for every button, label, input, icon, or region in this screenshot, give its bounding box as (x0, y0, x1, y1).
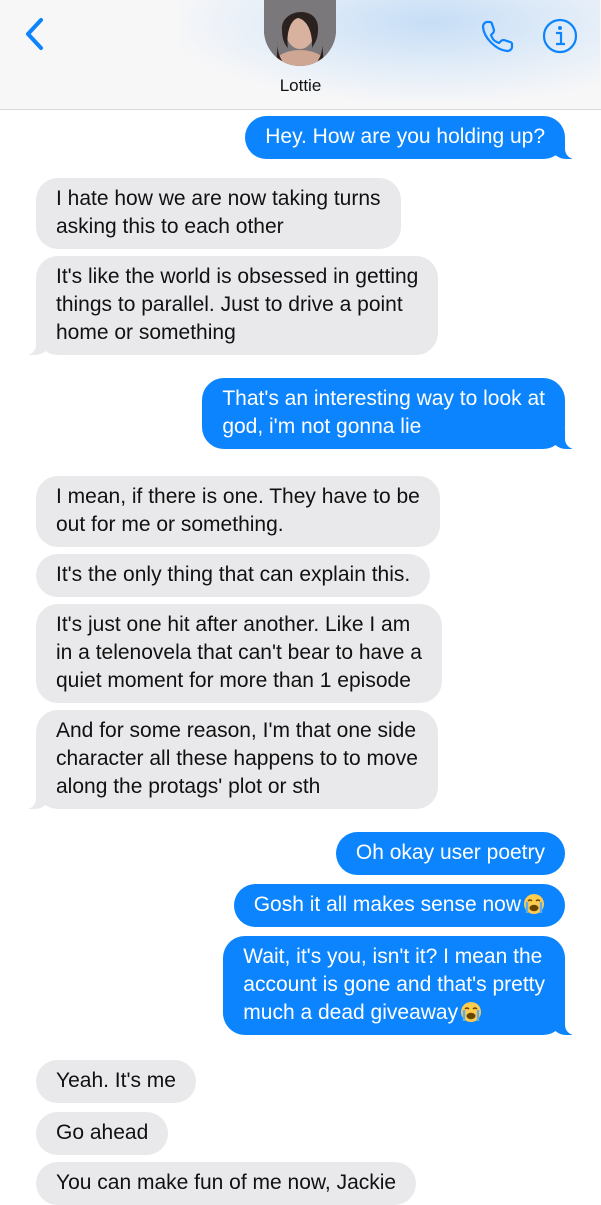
message-bubble-sent[interactable]: Gosh it all makes sense now (233, 884, 565, 927)
call-button[interactable] (478, 16, 518, 56)
conversation-header: Lottie (0, 0, 601, 110)
message-line: And for some reason, I'm that one side (56, 719, 417, 742)
contact-name[interactable]: Lottie (0, 76, 601, 96)
message-line: It's just one hit after another. Like I … (56, 613, 411, 636)
message-line: along the protags' plot or sth (56, 775, 321, 798)
emoji-loudly-crying (460, 1001, 482, 1023)
message-text: Hey. How are you holding up? (265, 125, 545, 148)
message-line: character all these happens to to move (56, 747, 418, 770)
message-bubble-received[interactable]: Go ahead (36, 1112, 169, 1155)
emoji-loudly-crying (523, 893, 545, 915)
message-thread[interactable]: Hey. How are you holding up? I hate how … (0, 110, 601, 1205)
chevron-left-icon (26, 18, 43, 50)
info-icon (542, 18, 578, 54)
phone-icon (481, 20, 514, 53)
back-button[interactable] (16, 14, 52, 54)
message-line: in a telenovela that can't bear to have … (56, 641, 422, 664)
message-bubble-sent[interactable]: Oh okay user poetry (335, 832, 565, 875)
message-bubble-received[interactable]: It's like the world is obsessed in getti… (24, 256, 439, 355)
crying-face-icon (524, 894, 544, 914)
message-bubble-received[interactable]: Yeah. It's me (36, 1060, 196, 1103)
message-bubble-received[interactable]: It's the only thing that can explain thi… (36, 554, 431, 597)
message-line: account is gone and that's pretty (243, 973, 545, 996)
message-line: quiet moment for more than 1 episode (56, 669, 411, 692)
message-text: It's the only thing that can explain thi… (56, 563, 411, 586)
message-text: Oh okay user poetry (355, 841, 545, 864)
message-bubble-received[interactable]: I hate how we are now taking turns askin… (36, 178, 401, 249)
message-bubble-received[interactable]: It's just one hit after another. Like I … (36, 604, 442, 703)
message-line: god, i'm not gonna lie (222, 415, 422, 438)
message-bubble-sent[interactable]: Hey. How are you holding up? (245, 116, 576, 159)
message-bubble-received[interactable]: And for some reason, I'm that one side c… (25, 710, 438, 809)
message-bubble-sent[interactable]: That's an interesting way to look at god… (202, 378, 576, 449)
info-button[interactable] (540, 16, 580, 56)
message-line: I hate how we are now taking turns (56, 187, 381, 210)
message-text: Go ahead (56, 1121, 149, 1144)
message-line: I mean, if there is one. They have to be (56, 485, 420, 508)
message-line: Wait, it's you, isn't it? I mean the (243, 945, 543, 968)
message-line: things to parallel. Just to drive a poin… (56, 293, 403, 316)
message-text: Gosh it all makes sense now (253, 893, 521, 916)
message-bubble-sent[interactable]: Wait, it's you, isn't it? I mean the acc… (223, 936, 576, 1035)
message-line: That's an interesting way to look at (222, 387, 545, 410)
message-text: Yeah. It's me (56, 1069, 176, 1092)
message-line: It's like the world is obsessed in getti… (56, 265, 419, 288)
message-bubble-received[interactable]: I mean, if there is one. They have to be… (36, 476, 440, 547)
message-line: out for me or something. (56, 513, 284, 536)
message-line: much a dead giveaway (243, 1001, 459, 1024)
message-bubble-received[interactable]: You can make fun of me now, Jackie (36, 1162, 417, 1205)
crying-face-icon (461, 1002, 482, 1022)
message-line: home or something (56, 321, 236, 344)
message-text: You can make fun of me now, Jackie (56, 1171, 397, 1194)
message-line: asking this to each other (56, 215, 284, 238)
